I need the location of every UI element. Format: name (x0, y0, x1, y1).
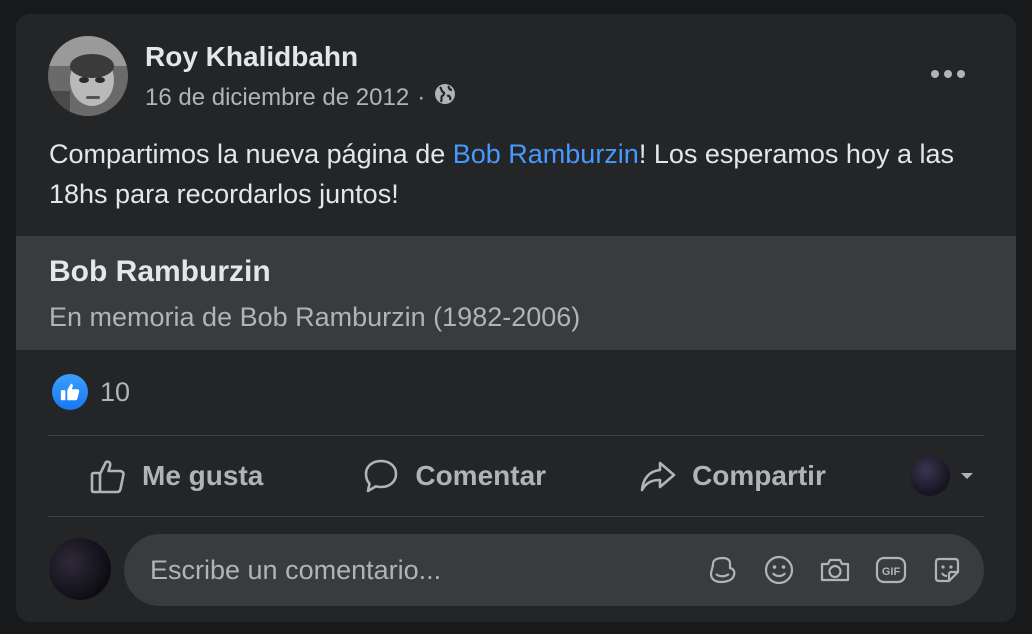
post-text: Compartimos la nueva página de Bob Rambu… (49, 134, 989, 214)
action-bar: Me gusta Comentar Compartir (48, 436, 984, 516)
like-label: Me gusta (142, 460, 264, 491)
more-options-button[interactable] (922, 56, 974, 92)
author-avatar[interactable] (48, 36, 128, 116)
meta-separator: · (417, 83, 426, 111)
author-name[interactable]: Roy Khalidbahn (145, 41, 358, 73)
comment-tools: GIF (706, 553, 964, 587)
share-button[interactable]: Compartir (628, 446, 836, 506)
profile-avatar (910, 456, 950, 496)
svg-text:GIF: GIF (882, 566, 901, 578)
reactions-summary[interactable]: 10 (52, 374, 130, 410)
reaction-count: 10 (100, 376, 131, 407)
mention-link[interactable]: Bob Ramburzin (453, 139, 639, 169)
post-card: Roy Khalidbahn 16 de diciembre de 2012 ·… (16, 14, 1016, 622)
more-icon (931, 70, 965, 78)
like-button[interactable]: Me gusta (78, 446, 273, 506)
link-preview-title: Bob Ramburzin (49, 255, 271, 288)
comment-box: GIF (124, 534, 984, 606)
comment-icon (365, 459, 398, 493)
share-icon (640, 461, 676, 492)
post-text-before: Compartimos la nueva página de (49, 139, 453, 169)
share-label: Compartir (692, 460, 826, 491)
like-icon (52, 374, 88, 410)
camera-icon[interactable] (818, 553, 852, 587)
gif-icon[interactable]: GIF (874, 553, 908, 587)
avatar-sticker-icon[interactable] (706, 553, 740, 587)
profile-switcher[interactable] (910, 456, 974, 496)
comment-input[interactable] (148, 553, 706, 587)
comment-label: Comentar (415, 460, 547, 491)
author-photo (48, 36, 128, 116)
thumbs-up-icon (90, 460, 125, 494)
comment-button[interactable]: Comentar (351, 446, 556, 506)
link-preview-description: En memoria de Bob Ramburzin (1982-2006) (49, 302, 581, 332)
link-preview[interactable]: Bob Ramburzin En memoria de Bob Ramburzi… (16, 236, 1016, 350)
post-meta: 16 de diciembre de 2012 · (145, 82, 457, 113)
globe-icon[interactable] (433, 82, 457, 113)
post-date[interactable]: 16 de diciembre de 2012 (145, 84, 409, 112)
commenter-avatar[interactable] (49, 538, 111, 600)
sticker-icon[interactable] (930, 553, 964, 587)
caret-down-icon (961, 473, 973, 479)
emoji-icon[interactable] (762, 553, 796, 587)
divider (48, 516, 984, 517)
